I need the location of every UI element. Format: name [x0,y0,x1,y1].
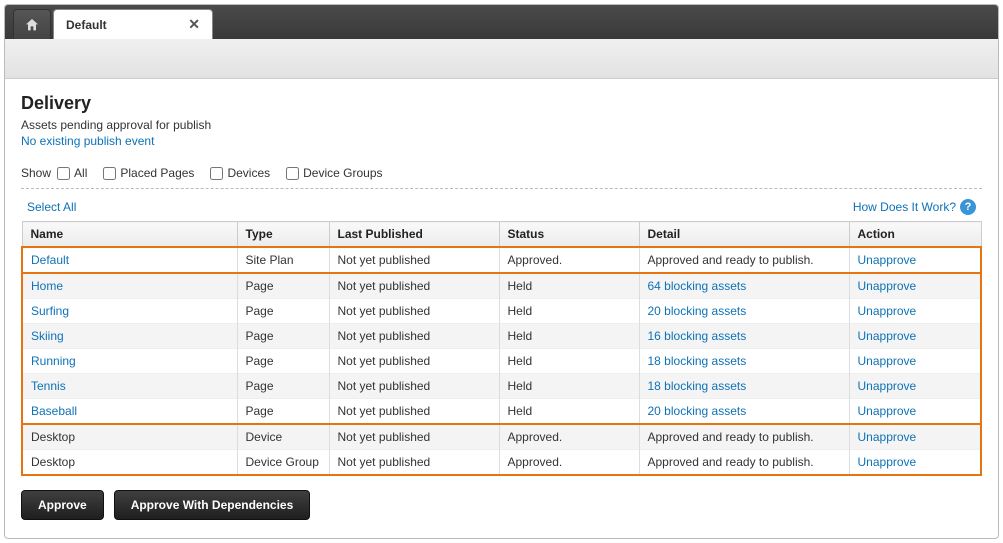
asset-type: Device Group [237,450,329,476]
table-row: DefaultSite PlanNot yet publishedApprove… [22,247,981,273]
table-row: Running PageNot yet publishedHeld 18 block… [22,349,981,374]
filter-all[interactable]: All [57,166,87,180]
checkbox-placed-pages[interactable] [103,167,116,180]
asset-status: Approved. [499,247,639,273]
asset-status: Held [499,299,639,324]
unapprove-link[interactable]: Unapprove [858,354,917,368]
topbar: Default ✕ [5,5,998,39]
table-row: Baseball PageNot yet publishedHeld 20 bloc… [22,399,981,425]
asset-type: Page [237,324,329,349]
content: Delivery Assets pending approval for pub… [5,79,998,538]
asset-status: Held [499,349,639,374]
checkbox-device-groups[interactable] [286,167,299,180]
asset-detail[interactable]: 20 blocking assets [648,404,747,418]
unapprove-link[interactable]: Unapprove [858,455,917,469]
col-action[interactable]: Action [849,222,981,248]
checkbox-all[interactable] [57,167,70,180]
unapprove-link[interactable]: Unapprove [858,279,917,293]
asset-name[interactable]: Baseball [31,404,77,418]
help-link[interactable]: How Does It Work? ? [853,199,976,215]
unapprove-link[interactable]: Unapprove [858,430,917,444]
asset-name[interactable]: Surfing [31,304,69,318]
tab-label: Default [66,18,107,32]
help-icon: ? [960,199,976,215]
asset-last-published: Not yet published [329,273,499,299]
unapprove-link[interactable]: Unapprove [858,404,917,418]
filter-devices[interactable]: Devices [210,166,270,180]
asset-last-published: Not yet published [329,299,499,324]
unapprove-link[interactable]: Unapprove [858,304,917,318]
filter-row: Show All Placed Pages Devices Device Gro… [21,166,982,189]
asset-detail: Approved and ready to publish. [648,430,814,444]
asset-detail: Approved and ready to publish. [648,253,814,267]
table-header-row: Name Type Last Published Status Detail A… [22,222,981,248]
asset-type: Site Plan [237,247,329,273]
asset-last-published: Not yet published [329,374,499,399]
asset-name[interactable]: Tennis [31,379,66,393]
asset-type: Page [237,399,329,425]
assets-table: Name Type Last Published Status Detail A… [21,221,982,476]
asset-status: Approved. [499,450,639,476]
publish-event-link[interactable]: No existing publish event [21,134,982,148]
home-icon [24,17,40,33]
tab-default[interactable]: Default ✕ [53,9,213,39]
asset-type: Page [237,374,329,399]
select-all-link[interactable]: Select All [27,200,76,214]
asset-type: Page [237,349,329,374]
asset-status: Held [499,374,639,399]
asset-type: Page [237,273,329,299]
col-status[interactable]: Status [499,222,639,248]
asset-status: Held [499,273,639,299]
asset-status: Approved. [499,424,639,450]
asset-last-published: Not yet published [329,324,499,349]
col-type[interactable]: Type [237,222,329,248]
asset-name[interactable]: Running [31,354,76,368]
table-meta: Select All How Does It Work? ? [21,199,982,215]
table-row: DesktopDevice GroupNot yet publishedAppr… [22,450,981,476]
table-row: Desktop DeviceNot yet publishedApproved. A… [22,424,981,450]
filter-label: Show [21,166,51,180]
asset-type: Page [237,299,329,324]
col-name[interactable]: Name [22,222,237,248]
asset-detail[interactable]: 64 blocking assets [648,279,747,293]
asset-name[interactable]: Skiing [31,329,64,343]
asset-last-published: Not yet published [329,247,499,273]
asset-detail: Approved and ready to publish. [648,455,814,469]
asset-status: Held [499,324,639,349]
asset-name[interactable]: Home [31,279,63,293]
table-row: Home PageNot yet publishedHeld 64 blocking… [22,273,981,299]
unapprove-link[interactable]: Unapprove [858,379,917,393]
asset-type: Device [237,424,329,450]
asset-detail[interactable]: 16 blocking assets [648,329,747,343]
close-icon[interactable]: ✕ [184,16,204,33]
section-subtitle: Assets pending approval for publish [21,118,982,132]
asset-last-published: Not yet published [329,349,499,374]
asset-detail[interactable]: 18 blocking assets [648,354,747,368]
subbar [5,39,998,79]
asset-status: Held [499,399,639,425]
table-row: Surfing PageNot yet publishedHeld 20 block… [22,299,981,324]
asset-last-published: Not yet published [329,450,499,476]
asset-last-published: Not yet published [329,399,499,425]
asset-name[interactable]: Default [31,253,69,267]
section-title: Delivery [21,93,982,114]
app-frame: Default ✕ Delivery Assets pending approv… [4,4,999,539]
home-button[interactable] [13,9,51,39]
asset-detail[interactable]: 20 blocking assets [648,304,747,318]
asset-name: Desktop [31,455,75,469]
table-row: Skiing PageNot yet publishedHeld 16 blocki… [22,324,981,349]
unapprove-link[interactable]: Unapprove [858,253,917,267]
filter-device-groups[interactable]: Device Groups [286,166,382,180]
asset-name: Desktop [31,430,75,444]
unapprove-link[interactable]: Unapprove [858,329,917,343]
filter-placed-pages[interactable]: Placed Pages [103,166,194,180]
asset-detail[interactable]: 18 blocking assets [648,379,747,393]
asset-last-published: Not yet published [329,424,499,450]
checkbox-devices[interactable] [210,167,223,180]
col-last[interactable]: Last Published [329,222,499,248]
col-detail[interactable]: Detail [639,222,849,248]
table-row: Tennis PageNot yet publishedHeld 18 blocki… [22,374,981,399]
